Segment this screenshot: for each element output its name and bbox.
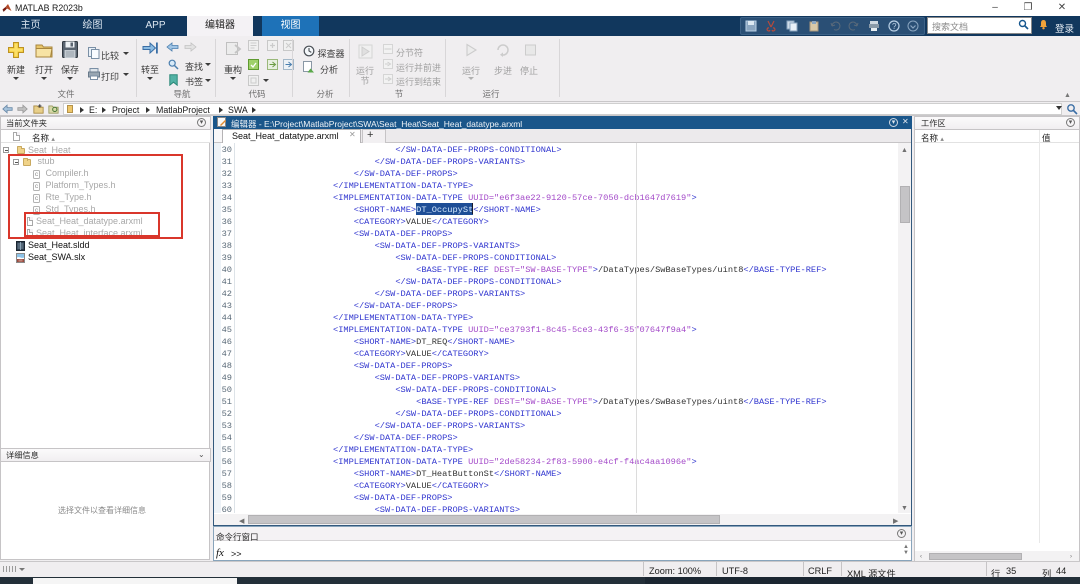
svg-text:?: ?	[892, 22, 897, 31]
